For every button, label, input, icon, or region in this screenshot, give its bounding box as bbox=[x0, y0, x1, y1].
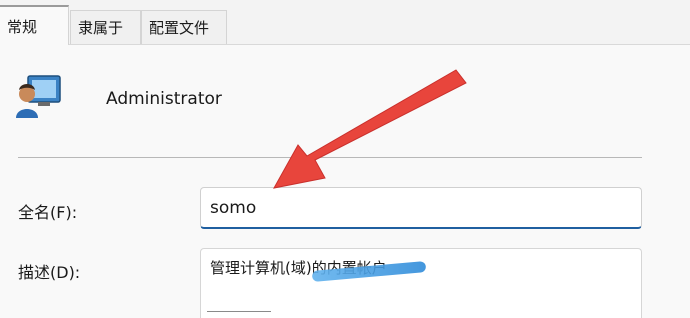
user-account-icon bbox=[16, 75, 61, 118]
account-name: Administrator bbox=[106, 89, 222, 109]
description-label: 描述(D): bbox=[18, 263, 81, 282]
tab-profile[interactable]: 配置文件 bbox=[141, 10, 227, 44]
divider bbox=[18, 157, 642, 158]
fullname-input[interactable] bbox=[200, 187, 642, 229]
tab-bar: 常规 隶属于 配置文件 bbox=[0, 0, 690, 45]
tab-general[interactable]: 常规 bbox=[0, 5, 69, 45]
description-input[interactable]: 管理计算机(域)的内置帐户 bbox=[200, 248, 642, 318]
fullname-label: 全名(F): bbox=[18, 203, 78, 222]
tab-member-of[interactable]: 隶属于 bbox=[70, 10, 141, 44]
text-cursor bbox=[207, 311, 271, 312]
